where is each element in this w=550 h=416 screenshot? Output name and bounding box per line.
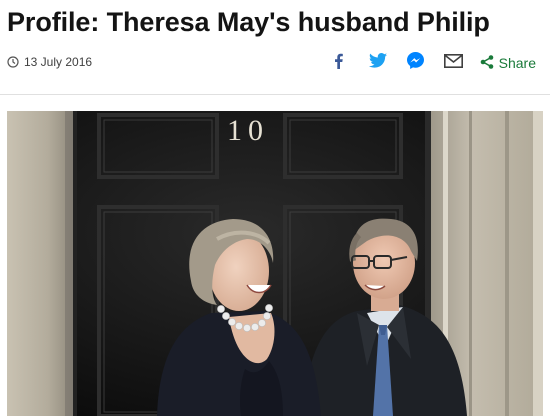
door-number: 10 — [227, 114, 269, 147]
left-pillar — [7, 111, 75, 416]
share-button[interactable]: Share — [480, 54, 536, 72]
article-photo: 10 — [7, 111, 543, 416]
email-icon — [444, 53, 464, 73]
facebook-share-button[interactable] — [331, 53, 347, 74]
messenger-icon — [407, 52, 425, 74]
date-text: 13 July 2016 — [24, 55, 93, 69]
messenger-share-button[interactable] — [406, 52, 426, 74]
share-label: Share — [498, 55, 536, 71]
meta-divider — [0, 94, 550, 95]
twitter-icon — [368, 53, 387, 73]
email-share-button[interactable] — [444, 53, 464, 73]
twitter-share-button[interactable] — [368, 53, 388, 73]
facebook-icon — [334, 53, 343, 74]
share-icon — [480, 54, 499, 72]
article-date: 13 July 2016 — [7, 55, 92, 69]
article-headline: Profile: Theresa May's husband Philip — [7, 7, 490, 37]
share-tools: Share — [331, 52, 536, 74]
clock-icon — [7, 56, 19, 68]
article-meta: 13 July 2016 Share — [0, 48, 550, 78]
